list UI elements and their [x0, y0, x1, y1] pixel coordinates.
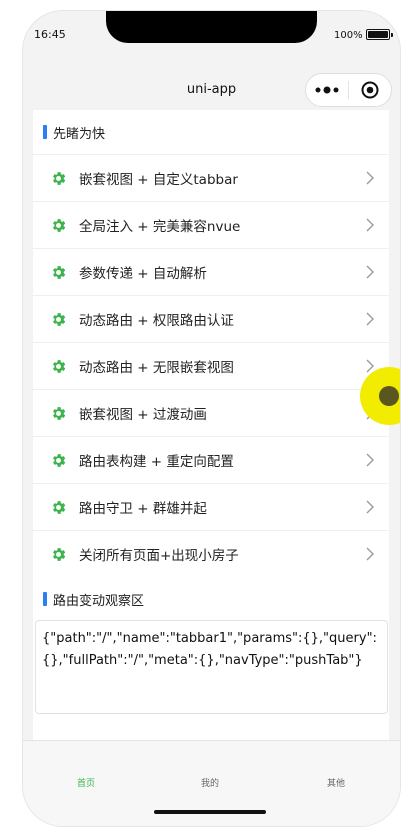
phone-frame: 16:45 100% uni-app 先睹为快 嵌套视图 + 自定义tabbar…	[23, 11, 400, 826]
list-item[interactable]: 嵌套视图 + 自定义tabbar	[33, 154, 389, 201]
list-item[interactable]: 关闭所有页面+出现小房子	[33, 530, 389, 577]
main-content: 先睹为快 嵌套视图 + 自定义tabbar 全局注入 + 完美兼容nvue 参数…	[33, 110, 389, 740]
section-accent-bar	[43, 125, 47, 139]
chevron-right-icon	[365, 547, 375, 561]
mini-program-capsule	[305, 73, 392, 107]
route-observer-output: {"path":"/","name":"tabbar1","params":{}…	[35, 620, 388, 714]
more-dots-icon	[315, 86, 339, 94]
chevron-right-icon	[365, 171, 375, 185]
section-header-route-observer: 路由变动观察区	[33, 577, 389, 621]
tab-mine[interactable]: 我的	[180, 776, 240, 789]
list-item-label: 嵌套视图 + 自定义tabbar	[79, 172, 238, 188]
device-notch	[106, 11, 317, 43]
gear-icon	[50, 405, 67, 422]
home-indicator	[154, 810, 266, 814]
gear-icon	[50, 170, 67, 187]
list-item-label: 嵌套视图 + 过渡动画	[79, 407, 207, 423]
section-title: 路由变动观察区	[53, 593, 145, 609]
more-button[interactable]	[306, 74, 348, 106]
list-item[interactable]: 动态路由 + 无限嵌套视图	[33, 342, 389, 389]
close-button[interactable]	[349, 74, 391, 106]
section-title: 先睹为快	[53, 126, 106, 142]
list-item-label: 路由守卫 + 群雄并起	[79, 501, 207, 517]
chevron-right-icon	[365, 500, 375, 514]
list-item-label: 参数传递 + 自动解析	[79, 266, 207, 282]
gear-icon	[50, 452, 67, 469]
list-item-label: 路由表构建 + 重定向配置	[79, 454, 234, 470]
list-item[interactable]: 嵌套视图 + 过渡动画	[33, 389, 389, 436]
list-item[interactable]: 参数传递 + 自动解析	[33, 248, 389, 295]
nav-bar: uni-app	[23, 59, 400, 109]
list-item[interactable]: 全局注入 + 完美兼容nvue	[33, 201, 389, 248]
gear-icon	[50, 499, 67, 516]
gear-icon	[50, 311, 67, 328]
list-item-label: 关闭所有页面+出现小房子	[79, 548, 239, 564]
chevron-right-icon	[365, 453, 375, 467]
gear-icon	[50, 358, 67, 375]
battery-icon	[366, 29, 393, 40]
touch-indicator-dot	[379, 386, 399, 406]
gear-icon	[50, 546, 67, 563]
gear-icon	[50, 264, 67, 281]
list-item-label: 动态路由 + 权限路由认证	[79, 313, 234, 329]
list-item[interactable]: 路由表构建 + 重定向配置	[33, 436, 389, 483]
chevron-right-icon	[365, 312, 375, 326]
section-header-preview: 先睹为快	[33, 110, 389, 154]
tab-home[interactable]: 首页	[56, 776, 116, 789]
battery-percent: 100%	[334, 30, 363, 41]
list-item-label: 动态路由 + 无限嵌套视图	[79, 360, 234, 376]
list-item[interactable]: 动态路由 + 权限路由认证	[33, 295, 389, 342]
list-item[interactable]: 路由守卫 + 群雄并起	[33, 483, 389, 530]
target-close-icon	[361, 81, 379, 99]
status-time: 16:45	[34, 28, 66, 41]
list-item-label: 全局注入 + 完美兼容nvue	[79, 219, 241, 235]
tab-other[interactable]: 其他	[306, 776, 366, 789]
section-accent-bar	[43, 592, 47, 606]
gear-icon	[50, 217, 67, 234]
feature-list: 嵌套视图 + 自定义tabbar 全局注入 + 完美兼容nvue 参数传递 +	[33, 154, 389, 577]
tab-bar: 首页 我的 其他	[23, 740, 400, 826]
chevron-right-icon	[365, 218, 375, 232]
chevron-right-icon	[365, 265, 375, 279]
